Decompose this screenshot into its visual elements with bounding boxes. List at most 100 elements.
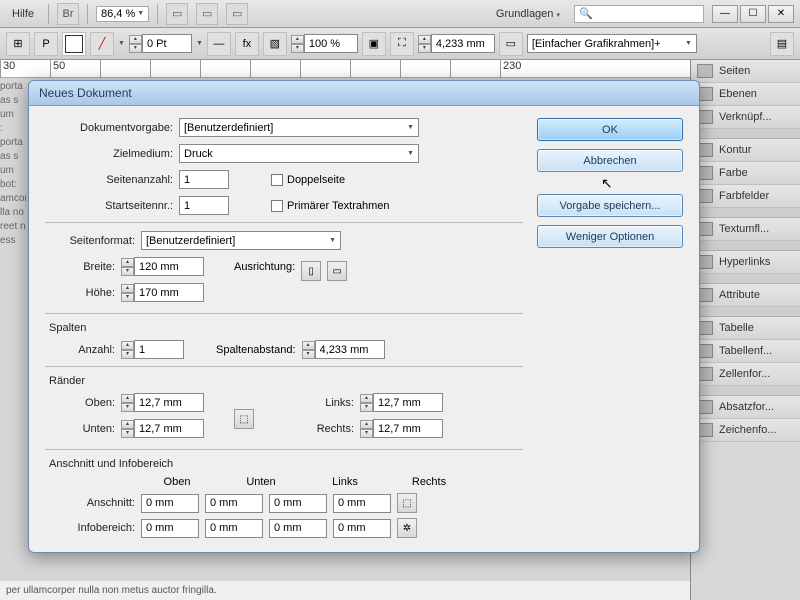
margin-left-label: Links:: [284, 397, 354, 409]
column-count-input[interactable]: ▴▾: [121, 340, 184, 359]
workspace-switcher[interactable]: Grundlagen ▾: [490, 6, 566, 22]
panel-label: Seiten: [719, 65, 750, 77]
panel-label: Farbe: [719, 167, 748, 179]
slug-left-input[interactable]: [269, 519, 327, 538]
panel-label: Tabellenf...: [719, 345, 772, 357]
intent-dropdown[interactable]: Druck▼: [179, 144, 419, 163]
ruler-tick: [450, 60, 500, 77]
panel-label: Kontur: [719, 144, 751, 156]
frame-preset-dropdown[interactable]: [Einfacher Grafikrahmen]+▼: [527, 34, 697, 53]
save-preset-button[interactable]: Vorgabe speichern...: [537, 194, 683, 217]
ruler-tick: [150, 60, 200, 77]
horizontal-ruler: 3050230: [0, 60, 690, 78]
ruler-tick: 30: [0, 60, 50, 77]
screen-mode-icon[interactable]: ▭: [196, 3, 218, 25]
height-input[interactable]: ▴▾: [121, 283, 204, 302]
link-margins-icon[interactable]: ⬚: [234, 409, 254, 429]
facing-pages-checkbox[interactable]: Doppelseite: [271, 174, 345, 186]
margin-bottom-label: Unten:: [45, 423, 115, 435]
dialog-title: Neues Dokument: [29, 81, 699, 106]
panel-kontur[interactable]: Kontur: [691, 139, 800, 162]
page-size-dropdown[interactable]: [Benutzerdefiniert]▼: [141, 231, 341, 250]
panel-attribute[interactable]: Attribute: [691, 284, 800, 307]
char-format-icon[interactable]: P: [34, 32, 58, 56]
stroke-style-icon[interactable]: —: [207, 32, 231, 56]
panel-label: Textumfl...: [719, 223, 769, 235]
slug-top-input[interactable]: [141, 519, 199, 538]
panel-hyperlinks[interactable]: Hyperlinks: [691, 251, 800, 274]
bleed-label: Anschnitt:: [45, 497, 135, 509]
bleed-left-input[interactable]: [269, 494, 327, 513]
panel-textumfl-[interactable]: Textumfl...: [691, 218, 800, 241]
minimize-button[interactable]: —: [712, 5, 738, 23]
pages-label: Seitenanzahl:: [45, 174, 173, 186]
link-slug-icon[interactable]: ✲: [397, 518, 417, 538]
reference-point-icon[interactable]: ⊞: [6, 32, 30, 56]
text-wrap-icon[interactable]: ▣: [362, 32, 386, 56]
search-input[interactable]: 🔍: [574, 5, 704, 23]
frame-preset-icon[interactable]: ▭: [499, 32, 523, 56]
panel-verkn-pf-[interactable]: Verknüpf...: [691, 106, 800, 129]
panel-zellenfor-[interactable]: Zellenfor...: [691, 363, 800, 386]
panel-label: Tabelle: [719, 322, 754, 334]
margin-right-input[interactable]: ▴▾: [360, 419, 443, 438]
ruler-tick: [300, 60, 350, 77]
bridge-icon[interactable]: Br: [57, 3, 79, 25]
stroke-color-icon[interactable]: ╱: [90, 32, 114, 56]
help-menu[interactable]: Hilfe: [6, 6, 40, 22]
crop-icon[interactable]: ⛶: [390, 32, 414, 56]
gutter-input[interactable]: ▴▾: [302, 340, 385, 359]
pages-input[interactable]: [179, 170, 229, 189]
stroke-weight[interactable]: ▴▾: [129, 34, 192, 53]
slug-bottom-input[interactable]: [205, 519, 263, 538]
fewer-options-button[interactable]: Weniger Optionen: [537, 225, 683, 248]
panel-farbe[interactable]: Farbe: [691, 162, 800, 185]
panel-ebenen[interactable]: Ebenen: [691, 83, 800, 106]
width-input[interactable]: ▴▾: [121, 257, 204, 276]
preset-dropdown[interactable]: [Benutzerdefiniert]▼: [179, 118, 419, 137]
panel-tabelle[interactable]: Tabelle: [691, 317, 800, 340]
panel-tabellenf-[interactable]: Tabellenf...: [691, 340, 800, 363]
bleed-col-left: Links: [313, 476, 377, 488]
zoom-level[interactable]: 86,4 %▼: [96, 6, 149, 22]
effects-icon[interactable]: fx: [235, 32, 259, 56]
margin-right-label: Rechts:: [284, 423, 354, 435]
control-bar: ⊞ P ╱ ▼ ▴▾ ▼ — fx ▧ ▴▾ ▣ ⛶ ▴▾ ▭ [Einfach…: [0, 28, 800, 60]
opacity-field[interactable]: ▴▾: [291, 34, 358, 53]
bleed-col-right: Rechts: [397, 476, 461, 488]
orientation-portrait-icon[interactable]: ▯: [301, 261, 321, 281]
bleed-col-bottom: Unten: [229, 476, 293, 488]
panel-label: Zellenfor...: [719, 368, 770, 380]
link-bleed-icon[interactable]: ⬚: [397, 493, 417, 513]
bleed-top-input[interactable]: [141, 494, 199, 513]
margin-top-input[interactable]: ▴▾: [121, 393, 204, 412]
maximize-button[interactable]: ☐: [740, 5, 766, 23]
panel-absatzfor-[interactable]: Absatzfor...: [691, 396, 800, 419]
margin-bottom-input[interactable]: ▴▾: [121, 419, 204, 438]
ruler-tick: [200, 60, 250, 77]
bleed-right-input[interactable]: [333, 494, 391, 513]
panel-farbfelder[interactable]: Farbfelder: [691, 185, 800, 208]
view-options-icon[interactable]: ▭: [166, 3, 188, 25]
panel-icon: [697, 64, 713, 78]
primary-text-frame-checkbox[interactable]: Primärer Textrahmen: [271, 200, 390, 212]
new-document-dialog: Neues Dokument Dokumentvorgabe: [Benutze…: [28, 80, 700, 553]
margin-left-input[interactable]: ▴▾: [360, 393, 443, 412]
bleed-bottom-input[interactable]: [205, 494, 263, 513]
panel-seiten[interactable]: Seiten: [691, 60, 800, 83]
measure-field[interactable]: ▴▾: [418, 34, 495, 53]
slug-right-input[interactable]: [333, 519, 391, 538]
cancel-button[interactable]: Abbrechen: [537, 149, 683, 172]
panel-label: Hyperlinks: [719, 256, 770, 268]
panel-menu-icon[interactable]: ▤: [770, 32, 794, 56]
fill-color-icon[interactable]: [62, 32, 86, 56]
opacity-icon[interactable]: ▧: [263, 32, 287, 56]
orientation-label: Ausrichtung:: [234, 261, 295, 273]
panel-zeichenfo-[interactable]: Zeichenfo...: [691, 419, 800, 442]
start-page-input[interactable]: [179, 196, 229, 215]
arrange-icon[interactable]: ▭: [226, 3, 248, 25]
ok-button[interactable]: OK: [537, 118, 683, 141]
orientation-landscape-icon[interactable]: ▭: [327, 261, 347, 281]
width-label: Breite:: [45, 261, 115, 273]
close-button[interactable]: ✕: [768, 5, 794, 23]
